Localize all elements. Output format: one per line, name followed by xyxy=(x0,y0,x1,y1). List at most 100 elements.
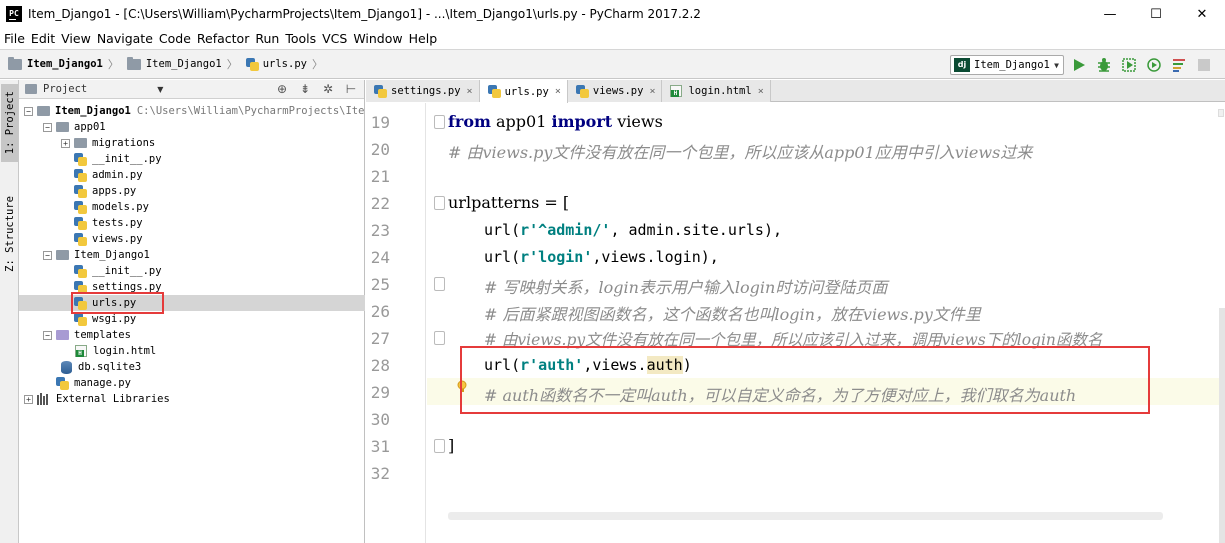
tree-item-label: Item_Django1 xyxy=(74,249,150,261)
settings-gear-icon[interactable]: ✲ xyxy=(319,81,337,97)
fold-marker-icon[interactable] xyxy=(434,439,445,453)
pycharm-logo-icon: PC xyxy=(6,6,22,22)
python-file-icon xyxy=(245,57,259,71)
tree-item[interactable]: + External Libraries xyxy=(19,391,365,407)
structure-tool-label: Z: Structure xyxy=(3,196,16,272)
close-tab-icon[interactable]: × xyxy=(758,86,764,97)
menu-navigate[interactable]: Navigate xyxy=(95,31,155,46)
project-view-select[interactable]: Project xyxy=(43,83,87,95)
tree-item[interactable]: − Item_Django1 C:\Users\William\PycharmP… xyxy=(19,103,365,119)
tab-login-html[interactable]: login.html × xyxy=(662,80,771,102)
horizontal-scrollbar[interactable] xyxy=(448,512,1163,520)
python-file-icon xyxy=(74,168,87,182)
chevron-down-icon[interactable]: ▼ xyxy=(157,85,163,94)
fold-marker-icon[interactable] xyxy=(434,277,445,291)
window-title: Item_Django1 - [C:\Users\William\Pycharm… xyxy=(28,7,701,21)
collapse-icon[interactable]: − xyxy=(43,330,52,340)
code-editor[interactable]: 19 20 21 22 23 24 25 26 27 28 29 30 31 3… xyxy=(366,103,1225,543)
project-tool-label: 1: Project xyxy=(3,91,16,155)
close-button[interactable]: ✕ xyxy=(1179,0,1225,28)
tree-item[interactable]: tests.py xyxy=(19,215,365,231)
menu-edit[interactable]: Edit xyxy=(29,31,57,46)
scroll-from-source-icon[interactable]: ⊕ xyxy=(273,81,291,97)
tree-item[interactable]: − templates xyxy=(19,327,365,343)
stop-icon[interactable] xyxy=(1195,56,1213,74)
title-bar: PC Item_Django1 - [C:\Users\William\Pych… xyxy=(0,0,1225,28)
tree-item[interactable]: __init__.py xyxy=(19,263,365,279)
coverage-icon[interactable] xyxy=(1120,56,1138,74)
code-line-24: url(r'login',views.login), xyxy=(484,248,719,266)
tab-urls-py[interactable]: urls.py × xyxy=(479,80,568,103)
fold-marker-icon[interactable] xyxy=(434,115,445,129)
left-tool-strip: 1: Project Z: Structure xyxy=(0,80,19,543)
breadcrumb-package[interactable]: Item_Django1 〉 xyxy=(126,56,238,72)
tab-label: urls.py xyxy=(504,85,549,98)
menu-vcs[interactable]: VCS xyxy=(320,31,349,46)
tree-item-label: __init__.py xyxy=(92,265,162,277)
collapse-icon[interactable]: − xyxy=(43,250,52,260)
line-number: 27 xyxy=(370,329,390,348)
maximize-button[interactable]: ☐ xyxy=(1133,0,1179,28)
vertical-scrollbar[interactable] xyxy=(1219,308,1225,543)
fold-marker-icon[interactable] xyxy=(434,196,445,210)
menu-code[interactable]: Code xyxy=(157,31,193,46)
breadcrumb-separator: 〉 xyxy=(311,58,323,71)
tree-item[interactable]: admin.py xyxy=(19,167,365,183)
expand-icon[interactable]: + xyxy=(61,138,70,148)
tree-item[interactable]: − app01 xyxy=(19,119,365,135)
error-stripe-marker[interactable] xyxy=(1218,109,1224,117)
menu-tools[interactable]: Tools xyxy=(283,31,318,46)
collapse-icon[interactable]: − xyxy=(24,106,33,116)
html-file-icon xyxy=(670,85,683,97)
profile-icon[interactable] xyxy=(1145,56,1163,74)
tree-item[interactable]: views.py xyxy=(19,231,365,247)
project-panel-header: Project ▼ ⊕ ⇟ ✲ ⊢ xyxy=(19,80,364,99)
tree-item[interactable]: login.html xyxy=(19,343,365,359)
code-line-20: # 由views.py文件没有放在同一个包里，所以应该从app01应用中引入vi… xyxy=(448,143,1033,162)
fold-marker-icon[interactable] xyxy=(434,331,445,345)
folder-icon xyxy=(56,250,69,260)
menu-help[interactable]: Help xyxy=(407,31,440,46)
run-configuration-label: Item_Django1 xyxy=(974,59,1050,71)
collapse-icon[interactable]: − xyxy=(43,122,52,132)
tree-item[interactable]: − Item_Django1 xyxy=(19,247,365,263)
folder-icon xyxy=(8,56,22,70)
close-tab-icon[interactable]: × xyxy=(555,86,561,97)
close-tab-icon[interactable]: × xyxy=(467,86,473,97)
menu-refactor[interactable]: Refactor xyxy=(195,31,251,46)
debug-icon[interactable] xyxy=(1095,56,1113,74)
tab-settings-py[interactable]: settings.py × xyxy=(366,80,480,102)
tree-item[interactable]: db.sqlite3 xyxy=(19,359,365,375)
menu-view[interactable]: View xyxy=(59,31,93,46)
tab-project-tool[interactable]: 1: Project xyxy=(1,84,18,162)
python-file-icon xyxy=(74,264,87,278)
menu-file[interactable]: File xyxy=(2,31,27,46)
tree-item[interactable]: __init__.py xyxy=(19,151,365,167)
line-number: 30 xyxy=(370,410,390,429)
run-configuration-select[interactable]: dj Item_Django1 ▼ xyxy=(950,55,1064,75)
tree-item[interactable]: + migrations xyxy=(19,135,365,151)
django-icon: dj xyxy=(954,58,970,72)
minimize-button[interactable]: — xyxy=(1087,0,1133,28)
python-file-icon xyxy=(575,84,589,98)
tab-structure-tool[interactable]: Z: Structure xyxy=(1,184,18,284)
breadcrumb-file[interactable]: urls.py 〉 xyxy=(245,56,323,72)
tree-item-label: tests.py xyxy=(92,217,143,229)
code-line-31: ] xyxy=(448,436,455,455)
breadcrumb-project[interactable]: Item_Django1 〉 xyxy=(8,56,119,72)
expand-icon[interactable]: + xyxy=(24,394,33,404)
menu-window[interactable]: Window xyxy=(351,31,404,46)
collapse-all-icon[interactable]: ⇟ xyxy=(296,81,314,97)
tree-item-label: login.html xyxy=(93,345,157,357)
tab-views-py[interactable]: views.py × xyxy=(567,80,663,102)
hide-panel-icon[interactable]: ⊢ xyxy=(342,81,360,97)
concurrency-icon[interactable] xyxy=(1170,56,1188,74)
tree-item[interactable]: apps.py xyxy=(19,183,365,199)
python-file-icon xyxy=(487,85,501,98)
tree-item[interactable]: models.py xyxy=(19,199,365,215)
run-icon[interactable] xyxy=(1070,56,1088,74)
menu-run[interactable]: Run xyxy=(253,31,281,46)
tree-item[interactable]: manage.py xyxy=(19,375,365,391)
breadcrumb-separator: 〉 xyxy=(226,58,238,71)
close-tab-icon[interactable]: × xyxy=(649,86,655,97)
